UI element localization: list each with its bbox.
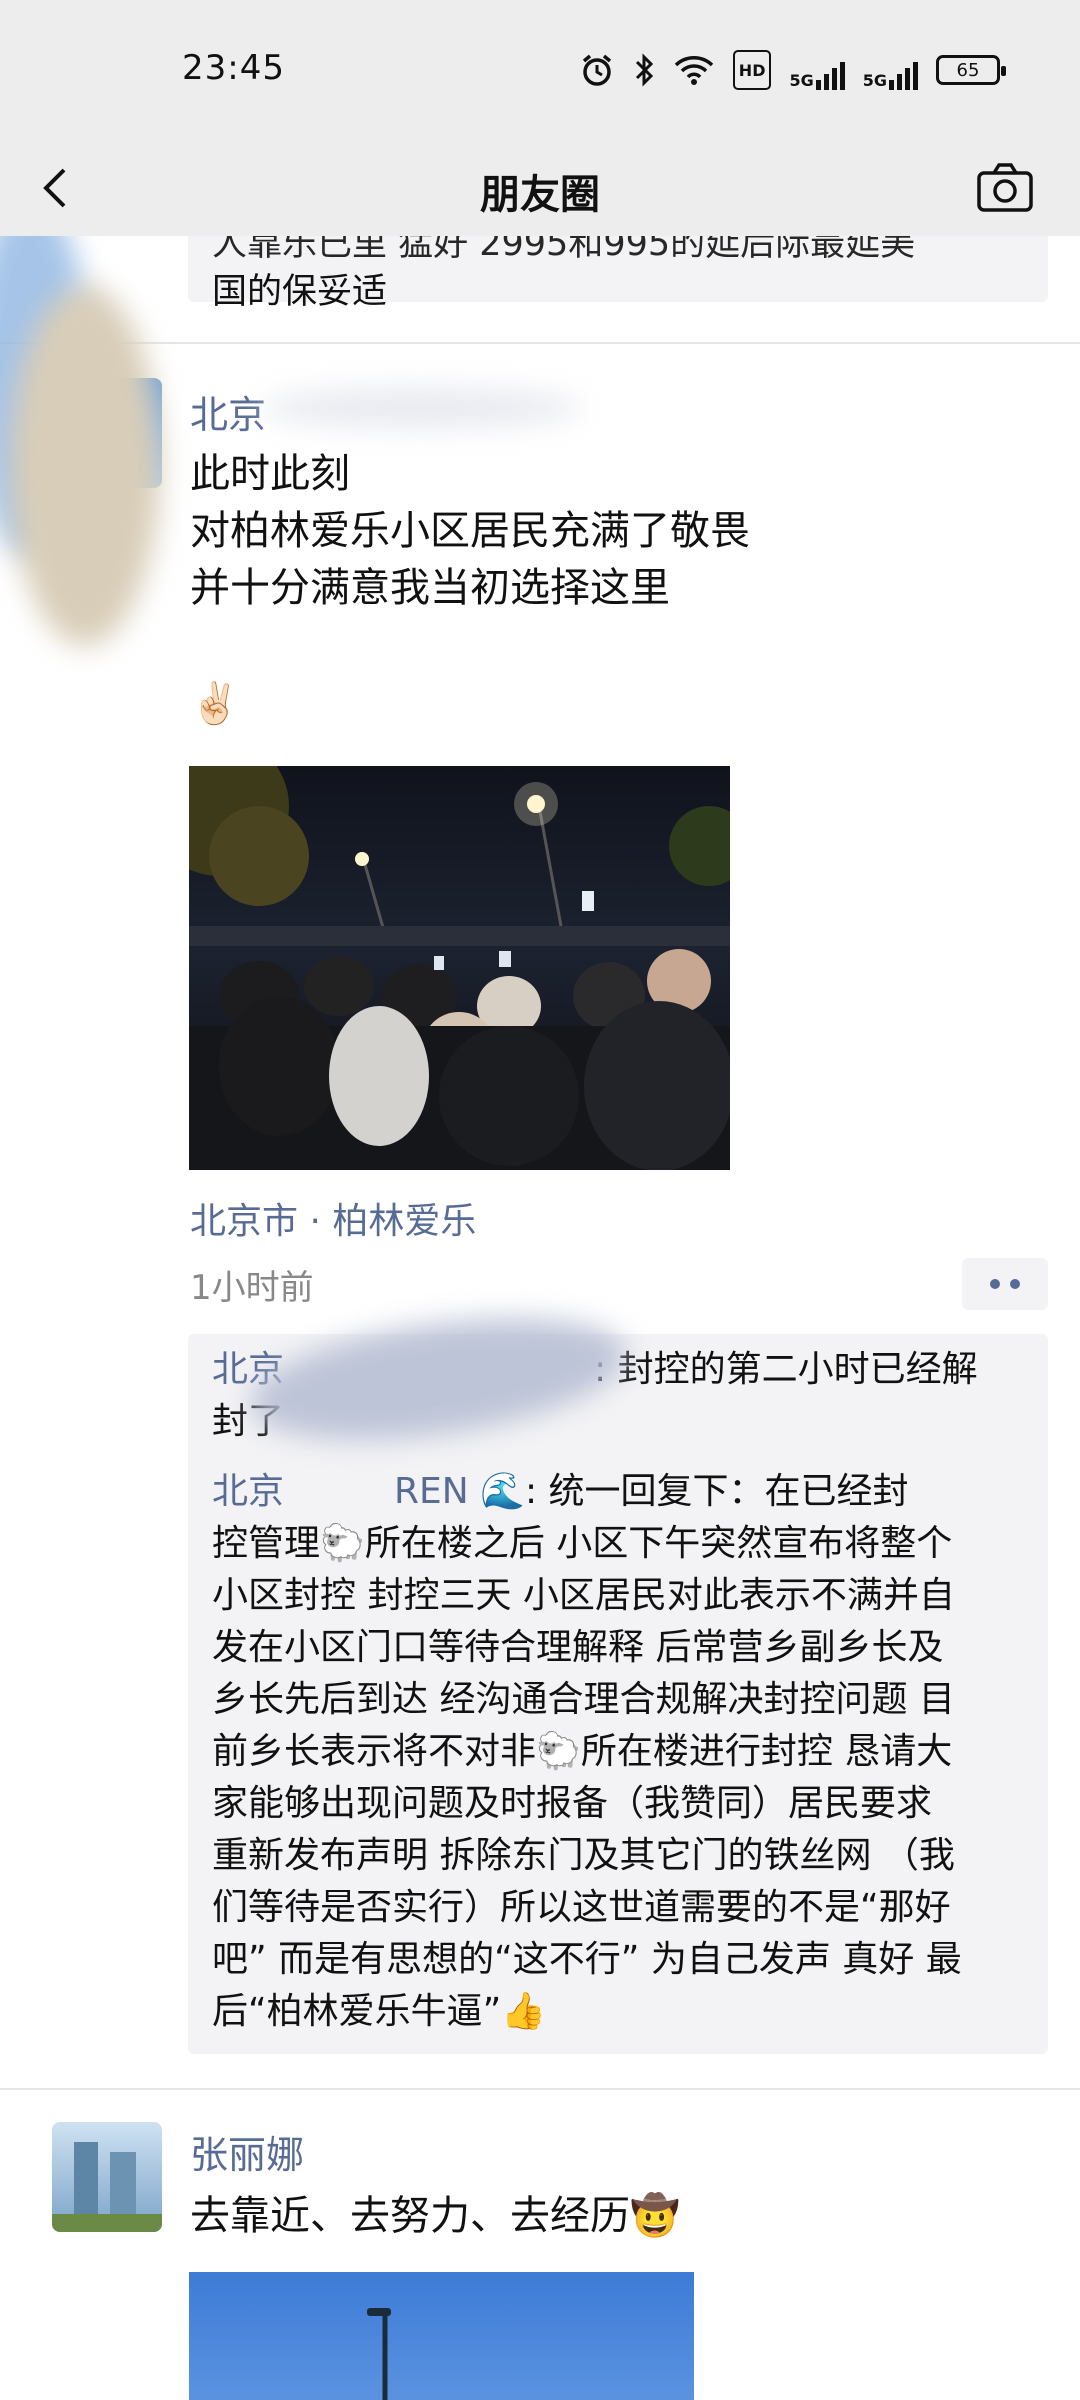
page-title: 朋友圈 <box>480 172 600 218</box>
signal-icon: 5G <box>789 50 845 90</box>
post-photo[interactable] <box>189 2272 694 2400</box>
post-time: 1小时前 <box>190 1268 314 1308</box>
previous-comment-block: 人靠乐已里 猛好 2995和995的延后际最延美 国的保妥适 <box>188 236 1048 312</box>
nav-bar: 朋友圈 <box>0 140 1080 236</box>
post-text-line: 并十分满意我当初选择这里 <box>190 565 670 611</box>
camera-icon[interactable] <box>976 162 1034 214</box>
post-text: 去靠近、去努力、去经历🤠 <box>190 2193 680 2239</box>
comment-text: 家能够出现问题及时报备（我赞同）居民要求 <box>212 1783 933 1824</box>
comment-text: 前乡长表示将不对非🐑所在楼进行封控 恳请大 <box>212 1731 953 1772</box>
victory-emoji: ✌🏻 <box>190 681 240 727</box>
comment-text: 吧” 而是有思想的“这不行” 为自己发声 真好 最 <box>212 1939 962 1980</box>
battery-icon: 65 <box>936 55 1006 85</box>
comment-text: 后“柏林爱乐牛逼”👍 <box>212 1991 547 2032</box>
comment-text: : 封控的第二小时已经解 <box>594 1349 978 1390</box>
status-bar: 23:45 HD 5G 5G 65 <box>0 0 1080 140</box>
comment-author[interactable]: 北京 <box>212 1471 284 1512</box>
divider <box>0 2088 1080 2090</box>
divider <box>0 342 1080 344</box>
post-author[interactable]: 北京 <box>190 384 266 439</box>
hd-icon: HD <box>732 50 772 90</box>
post-text-line: 此时此刻 <box>190 451 350 497</box>
post-author[interactable]: 张丽娜 <box>190 2124 304 2179</box>
status-time: 23:45 <box>182 48 285 88</box>
comment-text: 小区封控 封控三天 小区居民对此表示不满并自 <box>212 1575 955 1616</box>
alarm-icon <box>579 50 615 90</box>
post-text: 此时此刻 对柏林爱乐小区居民充满了敬畏 并十分满意我当初选择这里 <box>190 446 1030 617</box>
comment-text: : 统一回复下：在已经封 <box>524 1471 909 1512</box>
comment-item[interactable]: 北京 REN 🌊: 统一回复下：在已经封 控管理🐑所在楼之后 小区下午突然宣布将整… <box>212 1466 1024 2038</box>
comment-text: 控管理🐑所在楼之后 小区下午突然宣布将整个 <box>212 1523 953 1564</box>
comment-text: 重新发布声明 拆除东门及其它门的铁丝网 （我 <box>212 1835 955 1876</box>
avatar[interactable] <box>52 2122 162 2232</box>
status-icons: HD 5G 5G 65 <box>579 50 1006 90</box>
battery-level: 65 <box>956 59 980 81</box>
network-label-2: 5G <box>862 71 887 90</box>
post-photo[interactable] <box>189 766 730 1170</box>
previous-comment-line: 国的保妥适 <box>212 272 388 312</box>
comment-author-tail[interactable]: REN 🌊 <box>394 1471 525 1512</box>
comments-section: 北京: 封控的第二小时已经解 封了 北京 REN 🌊: 统一回复下：在已经封 控管… <box>188 1298 1048 2054</box>
previous-comment-line-cut: 人靠乐已里 猛好 2995和995的延后际最延美 <box>212 236 916 264</box>
moments-feed[interactable]: 人靠乐已里 猛好 2995和995的延后际最延美 国的保妥适 北京 此时此刻 对… <box>0 236 1080 2400</box>
blur-mask <box>10 286 160 646</box>
more-dots-icon[interactable] <box>962 1258 1048 1310</box>
wifi-icon <box>673 50 715 90</box>
bluetooth-icon <box>633 50 655 90</box>
comment-text: 们等待是否实行）所以这世道需要的不是“那好 <box>212 1887 951 1928</box>
post-text-line: 对柏林爱乐小区居民充满了敬畏 <box>190 508 750 554</box>
name-blur-mask <box>262 388 582 428</box>
comment-text: 发在小区门口等待合理解释 后常营乡副乡长及 <box>212 1627 944 1668</box>
signal-icon-2: 5G <box>863 50 918 90</box>
post-location[interactable]: 北京市 · 柏林爱乐 <box>190 1192 476 1244</box>
network-label: 5G <box>789 71 814 90</box>
comment-text: 乡长先后到达 经沟通合理合规解决封控问题 目 <box>212 1679 955 1720</box>
